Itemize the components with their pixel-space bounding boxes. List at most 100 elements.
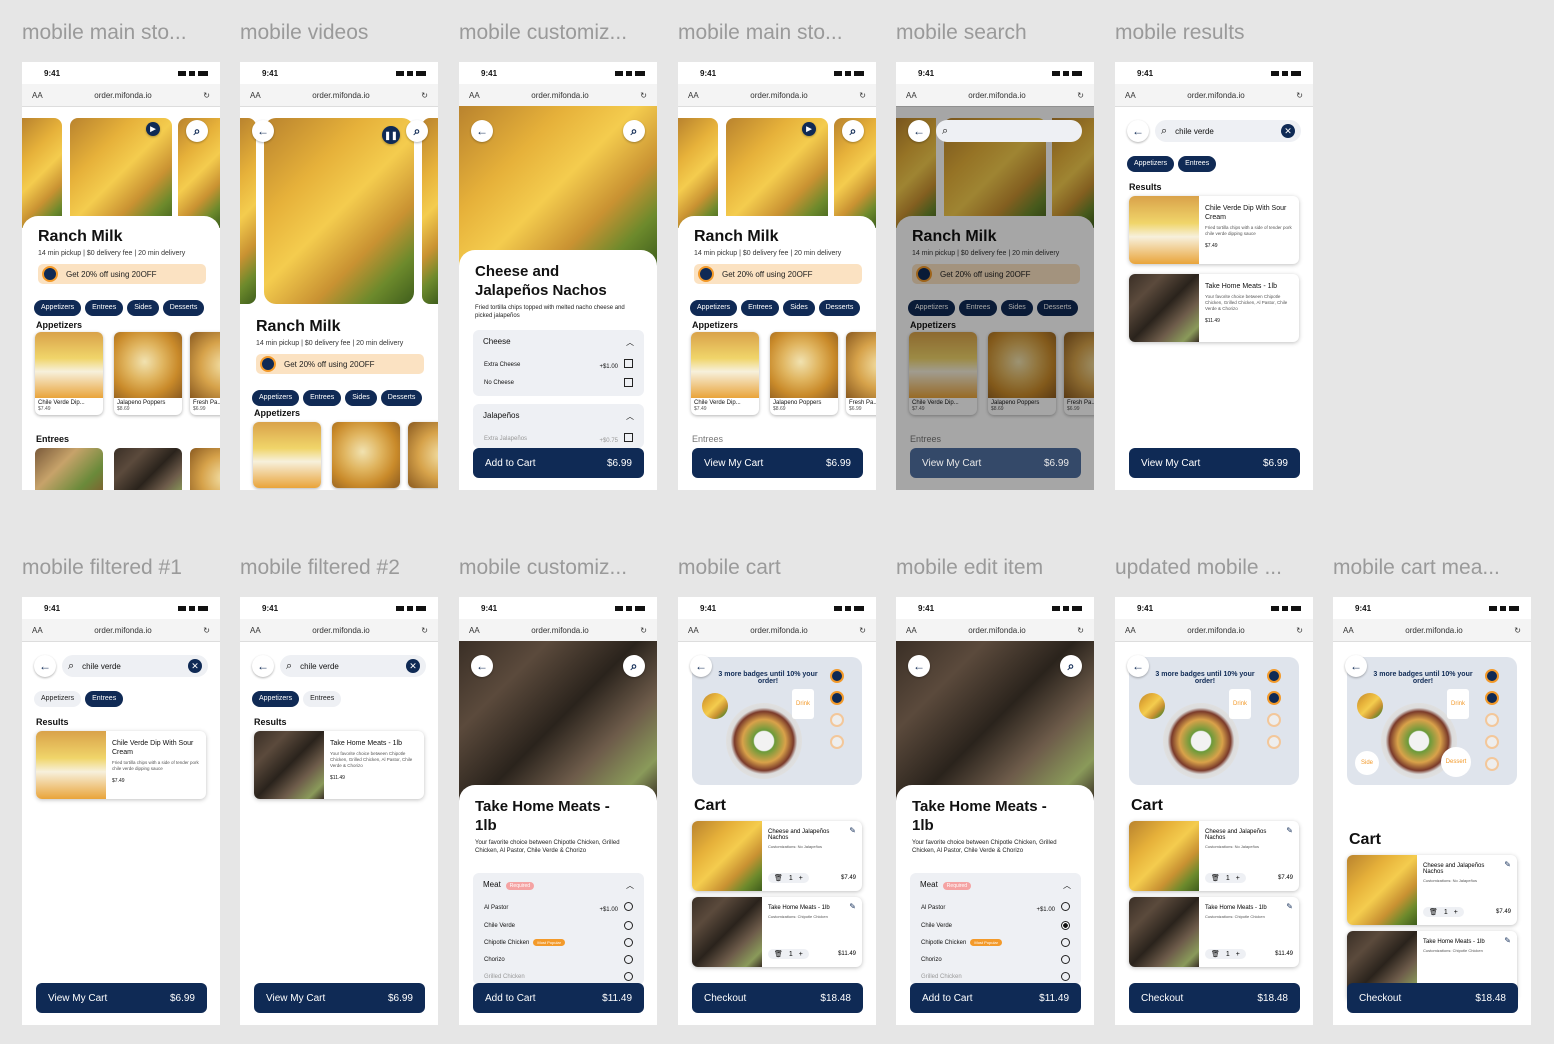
text-size-button[interactable]: AA [250, 626, 261, 635]
tile-jalapeno-poppers[interactable]: Jalapeno Poppers $8.69 [114, 332, 182, 415]
search-icon[interactable]: ⌕ [842, 120, 864, 142]
edit-icon[interactable]: ✎ [1286, 826, 1293, 835]
filter-entrees[interactable]: Entrees [1178, 156, 1217, 172]
reload-icon[interactable]: ↻ [640, 626, 647, 635]
pill-appetizers[interactable]: Appetizers [690, 300, 738, 316]
pill-appetizers[interactable]: Appetizers [34, 300, 82, 316]
filter-appetizers[interactable]: Appetizers [1127, 156, 1175, 172]
url-field[interactable]: order.mifonda.io [43, 626, 204, 635]
text-size-button[interactable]: AA [906, 91, 917, 100]
back-arrow-icon[interactable]: ← [1127, 120, 1149, 142]
reload-icon[interactable]: ↻ [203, 91, 210, 100]
pill-desserts[interactable]: Desserts [818, 300, 861, 316]
back-arrow-icon[interactable]: ← [908, 120, 930, 142]
tile-chile-verde-dip[interactable] [253, 422, 321, 488]
tile-chile-verde-dip[interactable]: Chile Verde Dip... $7.49 [691, 332, 759, 415]
option-group-header[interactable]: Meat Required ︿ [473, 873, 644, 898]
tile-fresh[interactable] [408, 422, 438, 488]
reload-icon[interactable]: ↻ [203, 626, 210, 635]
radio[interactable] [624, 972, 633, 981]
side-slot[interactable]: Side [1355, 751, 1379, 775]
filter-appetizers[interactable]: Appetizers [34, 691, 82, 707]
pause-icon[interactable]: ❚❚ [382, 126, 400, 144]
cart-item[interactable]: Cheese and Jalapeños Nachos Customization… [1347, 855, 1517, 925]
url-field[interactable]: order.mifonda.io [43, 91, 204, 100]
tile-fresh[interactable]: Fresh Pa... $6.99 [190, 332, 220, 415]
reload-icon[interactable]: ↻ [1296, 91, 1303, 100]
text-size-button[interactable]: AA [1125, 626, 1136, 635]
plus-icon[interactable]: + [1236, 875, 1240, 882]
pill-appetizers[interactable]: Appetizers [252, 390, 300, 406]
checkbox[interactable] [624, 378, 633, 387]
option-row[interactable]: Chorizo [910, 951, 1081, 968]
option-row[interactable]: Al Pastor +$1.00 [473, 898, 644, 917]
entree-image[interactable] [190, 448, 220, 490]
url-field[interactable]: order.mifonda.io [1136, 626, 1297, 635]
quantity-stepper[interactable]: 🗑 1 + [768, 873, 809, 883]
pill-desserts[interactable]: Desserts [380, 390, 423, 406]
result-take-home-meats[interactable]: Take Home Meats - 1lb Your favorite choic… [254, 731, 424, 799]
entree-image[interactable] [35, 448, 103, 490]
option-row[interactable]: Chorizo [473, 951, 644, 968]
reload-icon[interactable]: ↻ [859, 626, 866, 635]
filter-entrees[interactable]: Entrees [303, 691, 342, 707]
trash-icon[interactable]: 🗑 [1211, 874, 1220, 882]
view-cart-button[interactable]: View My Cart $6.99 [36, 983, 207, 1013]
cart-item[interactable]: Cheese and Jalapeños Nachos Customization… [1129, 821, 1299, 891]
text-size-button[interactable]: AA [32, 91, 43, 100]
promo-banner[interactable]: Get 20% off using 20OFF [256, 354, 424, 374]
option-group-header[interactable]: Meat Required ︿ [910, 873, 1081, 898]
text-size-button[interactable]: AA [250, 91, 261, 100]
chevron-up-icon[interactable]: ︿ [626, 411, 634, 422]
tile-fresh[interactable]: Fresh Pa... $6.99 [846, 332, 876, 415]
promo-banner[interactable]: Get 20% off using 20OFF [694, 264, 862, 284]
reload-icon[interactable]: ↻ [640, 91, 647, 100]
result-take-home-meats[interactable]: Take Home Meats - 1lb Your favorite choic… [1129, 274, 1299, 342]
entree-image[interactable] [114, 448, 182, 490]
radio-selected[interactable] [1061, 921, 1070, 930]
text-size-button[interactable]: AA [1125, 91, 1136, 100]
search-icon[interactable]: ⌕ [186, 120, 208, 142]
video-player[interactable] [264, 118, 414, 304]
back-arrow-icon[interactable]: ← [252, 120, 274, 142]
pill-sides[interactable]: Sides [783, 300, 815, 316]
edit-icon[interactable]: ✎ [1286, 902, 1293, 911]
reload-icon[interactable]: ↻ [421, 91, 428, 100]
result-chile-verde-dip[interactable]: Chile Verde Dip With Sour Cream Fried tor… [1129, 196, 1299, 264]
option-row[interactable]: Chipotle Chicken Most Popular [910, 934, 1081, 951]
pill-entrees[interactable]: Entrees [85, 300, 124, 316]
back-arrow-icon[interactable]: ← [1345, 655, 1367, 677]
play-icon[interactable]: ▶ [802, 122, 816, 136]
url-field[interactable]: order.mifonda.io [480, 626, 641, 635]
option-row[interactable]: No Cheese [473, 374, 644, 391]
text-size-button[interactable]: AA [688, 91, 699, 100]
checkbox[interactable] [624, 433, 633, 442]
hero-carousel[interactable]: ▶ ⌕ [22, 118, 220, 228]
quantity-stepper[interactable]: 🗑 1 + [768, 949, 809, 959]
url-field[interactable]: order.mifonda.io [261, 626, 422, 635]
tile-chile-verde-dip[interactable]: Chile Verde Dip... $7.49 [35, 332, 103, 415]
edit-icon[interactable]: ✎ [1504, 936, 1511, 945]
text-size-button[interactable]: AA [688, 626, 699, 635]
cart-item[interactable]: Cheese and Jalapeños Nachos Customization… [692, 821, 862, 891]
view-cart-button[interactable]: View My Cart $6.99 [254, 983, 425, 1013]
add-to-cart-button[interactable]: Add to Cart $6.99 [473, 448, 644, 478]
search-input[interactable]: ⌕ chile verde ✕ [62, 655, 208, 677]
tile-jalapeno-poppers[interactable] [332, 422, 400, 488]
search-input[interactable]: ⌕ [936, 120, 1082, 142]
chevron-up-icon[interactable]: ︿ [626, 880, 634, 891]
play-icon[interactable]: ▶ [146, 122, 160, 136]
filter-entrees[interactable]: Entrees [85, 691, 124, 707]
plus-icon[interactable]: + [799, 875, 803, 882]
radio[interactable] [624, 938, 633, 947]
url-field[interactable]: order.mifonda.io [699, 626, 860, 635]
cart-item[interactable]: Take Home Meats - 1lb Customizations: Chi… [1129, 897, 1299, 967]
text-size-button[interactable]: AA [32, 626, 43, 635]
url-field[interactable]: order.mifonda.io [1136, 91, 1297, 100]
option-row[interactable]: Chile Verde [910, 917, 1081, 934]
checkout-button[interactable]: Checkout $18.48 [1129, 983, 1300, 1013]
search-input[interactable]: ⌕ chile verde ✕ [280, 655, 426, 677]
radio[interactable] [1061, 955, 1070, 964]
search-icon[interactable]: ⌕ [1060, 655, 1082, 677]
search-icon[interactable]: ⌕ [623, 120, 645, 142]
